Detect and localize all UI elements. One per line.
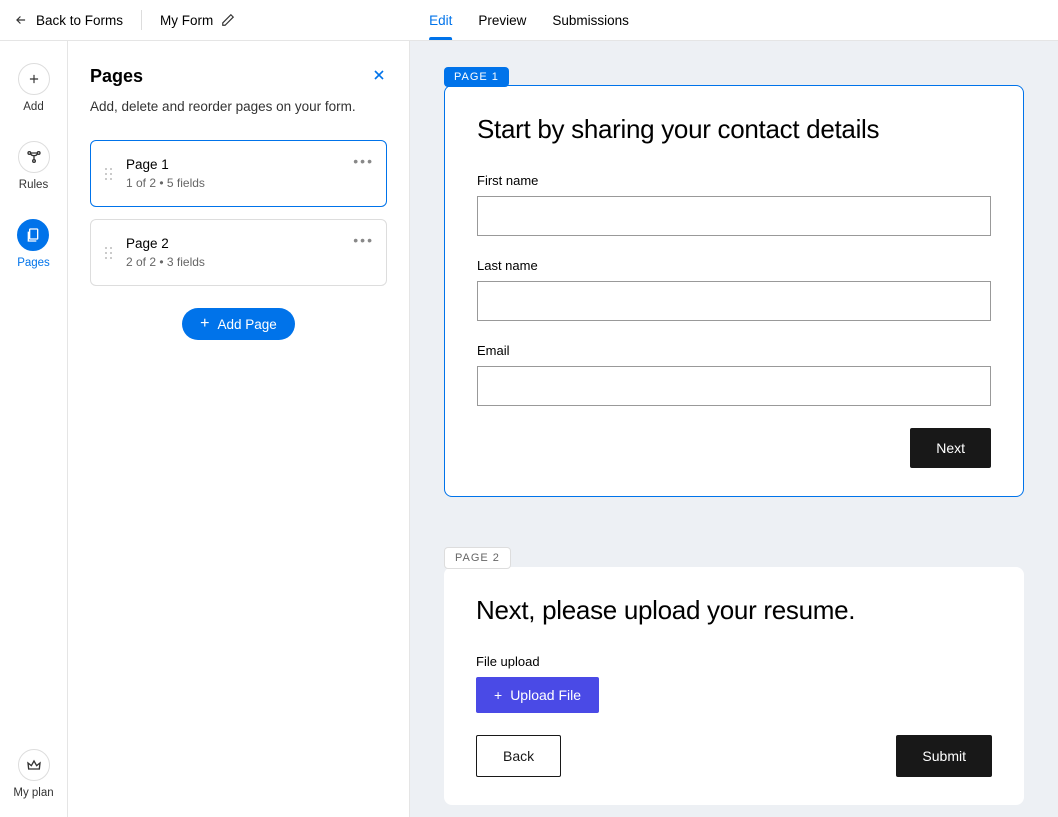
- pages-panel: Pages Add, delete and reorder pages on y…: [68, 41, 410, 817]
- page-card-2-name: Page 2: [126, 236, 205, 251]
- close-panel-button[interactable]: [371, 65, 387, 87]
- back-label: Back: [503, 748, 534, 764]
- tab-edit[interactable]: Edit: [429, 0, 452, 40]
- form-name-text: My Form: [160, 13, 213, 28]
- form-canvas: PAGE 1 Start by sharing your contact det…: [410, 41, 1058, 817]
- last-name-input[interactable]: [477, 281, 991, 321]
- page-2-title: Next, please upload your resume.: [476, 595, 992, 626]
- rail-add-label: Add: [23, 101, 43, 113]
- panel-subtitle: Add, delete and reorder pages on your fo…: [90, 99, 387, 114]
- add-page-button[interactable]: + Add Page: [182, 308, 295, 340]
- arrow-left-icon: [14, 13, 28, 27]
- back-label: Back to Forms: [36, 13, 123, 28]
- form-page-2[interactable]: Next, please upload your resume. File up…: [444, 567, 1024, 805]
- form-page-1[interactable]: Start by sharing your contact details Fi…: [444, 85, 1024, 497]
- next-label: Next: [936, 440, 965, 456]
- rail-rules-label: Rules: [19, 179, 48, 191]
- page-card-2-meta: 2 of 2 • 3 fields: [126, 255, 205, 269]
- page-1-title: Start by sharing your contact details: [477, 114, 991, 145]
- plus-icon: +: [200, 316, 209, 332]
- tab-submissions-label: Submissions: [552, 13, 629, 28]
- tab-submissions[interactable]: Submissions: [552, 0, 629, 40]
- page-card-1[interactable]: Page 1 1 of 2 • 5 fields •••: [90, 140, 387, 207]
- plus-icon: +: [494, 687, 502, 703]
- page-2-badge: PAGE 2: [444, 547, 511, 569]
- plus-icon: [18, 63, 50, 95]
- add-page-label: Add Page: [218, 317, 277, 332]
- crown-icon: [18, 749, 50, 781]
- page-card-1-name: Page 1: [126, 157, 205, 172]
- first-name-input[interactable]: [477, 196, 991, 236]
- page-card-1-meta: 1 of 2 • 5 fields: [126, 176, 205, 190]
- drag-handle-icon[interactable]: [105, 168, 112, 180]
- submit-button[interactable]: Submit: [896, 735, 992, 777]
- next-button[interactable]: Next: [910, 428, 991, 468]
- header-tabs: Edit Preview Submissions: [429, 0, 629, 40]
- page-card-2-menu[interactable]: •••: [353, 232, 374, 248]
- rules-icon: [18, 141, 50, 173]
- email-label: Email: [477, 343, 991, 358]
- drag-handle-icon[interactable]: [105, 247, 112, 259]
- panel-title: Pages: [90, 66, 143, 87]
- back-button[interactable]: Back: [476, 735, 561, 777]
- left-rail: Add Rules Pages My plan: [0, 41, 68, 817]
- rail-rules[interactable]: Rules: [18, 141, 50, 191]
- upload-file-label: Upload File: [510, 687, 581, 703]
- close-icon: [371, 67, 387, 83]
- pencil-icon: [221, 13, 235, 27]
- file-upload-label: File upload: [476, 654, 992, 669]
- page-card-1-menu[interactable]: •••: [353, 153, 374, 169]
- rail-pages-label: Pages: [17, 257, 50, 269]
- tab-preview-label: Preview: [478, 13, 526, 28]
- rail-add[interactable]: Add: [18, 63, 50, 113]
- top-header: Back to Forms My Form Edit Preview Submi…: [0, 0, 1058, 41]
- form-name[interactable]: My Form: [160, 13, 235, 28]
- upload-file-button[interactable]: + Upload File: [476, 677, 599, 713]
- rail-pages[interactable]: Pages: [17, 219, 50, 269]
- back-to-forms-link[interactable]: Back to Forms: [0, 13, 123, 28]
- tab-edit-label: Edit: [429, 13, 452, 28]
- submit-label: Submit: [922, 748, 966, 764]
- last-name-label: Last name: [477, 258, 991, 273]
- rail-myplan[interactable]: My plan: [0, 749, 67, 799]
- tab-preview[interactable]: Preview: [478, 0, 526, 40]
- first-name-label: First name: [477, 173, 991, 188]
- page-card-2[interactable]: Page 2 2 of 2 • 3 fields •••: [90, 219, 387, 286]
- pages-icon: [17, 219, 49, 251]
- email-input[interactable]: [477, 366, 991, 406]
- rail-myplan-label: My plan: [13, 787, 53, 799]
- page-1-badge: PAGE 1: [444, 67, 509, 87]
- header-divider: [141, 10, 142, 30]
